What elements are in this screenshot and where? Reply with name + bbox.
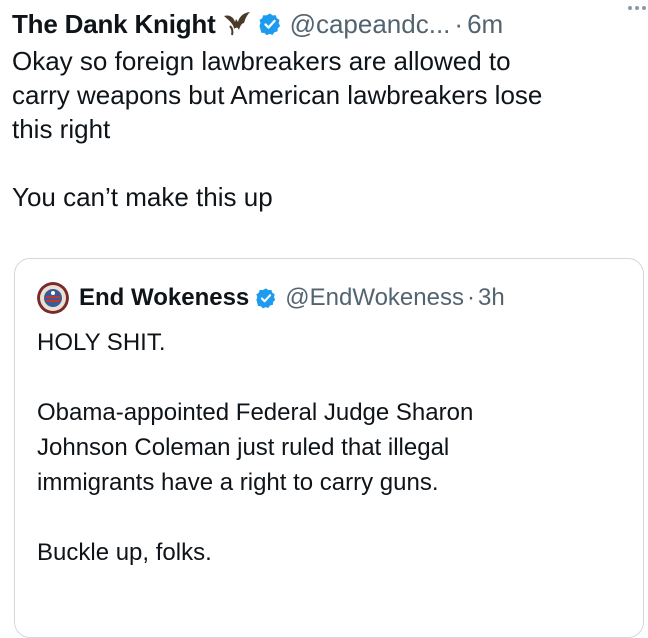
quoted-text: HOLY SHIT. Obama-appointed Federal Judge… bbox=[37, 329, 474, 566]
separator-dot: · bbox=[466, 284, 475, 311]
tweet-text: Okay so foreign lawbreakers are allowed … bbox=[12, 46, 543, 212]
author-name[interactable]: The Dank Knight bbox=[12, 9, 216, 40]
quoted-author-name[interactable]: End Wokeness bbox=[79, 284, 249, 312]
author-handle[interactable]: @capeandc... bbox=[290, 9, 451, 40]
separator-dot: · bbox=[454, 8, 464, 39]
tweet-card[interactable]: The Dank Knight @capeandc... · 6m Okay s… bbox=[0, 0, 648, 638]
verified-badge-icon bbox=[255, 287, 277, 309]
quoted-author-handle[interactable]: @EndWokeness bbox=[285, 284, 464, 312]
quoted-header: End Wokeness @EndWokeness · 3h bbox=[37, 281, 505, 315]
tweet-time[interactable]: 6m bbox=[467, 9, 503, 40]
bat-icon bbox=[222, 10, 252, 38]
quoted-time[interactable]: 3h bbox=[478, 284, 505, 312]
verified-badge-icon bbox=[258, 12, 282, 36]
avatar[interactable] bbox=[37, 282, 69, 314]
more-options-icon[interactable] bbox=[628, 6, 646, 10]
tweet-header: The Dank Knight @capeandc... · 6m bbox=[12, 6, 636, 42]
quoted-tweet[interactable]: End Wokeness @EndWokeness · 3h HOLY SHIT… bbox=[14, 258, 644, 638]
